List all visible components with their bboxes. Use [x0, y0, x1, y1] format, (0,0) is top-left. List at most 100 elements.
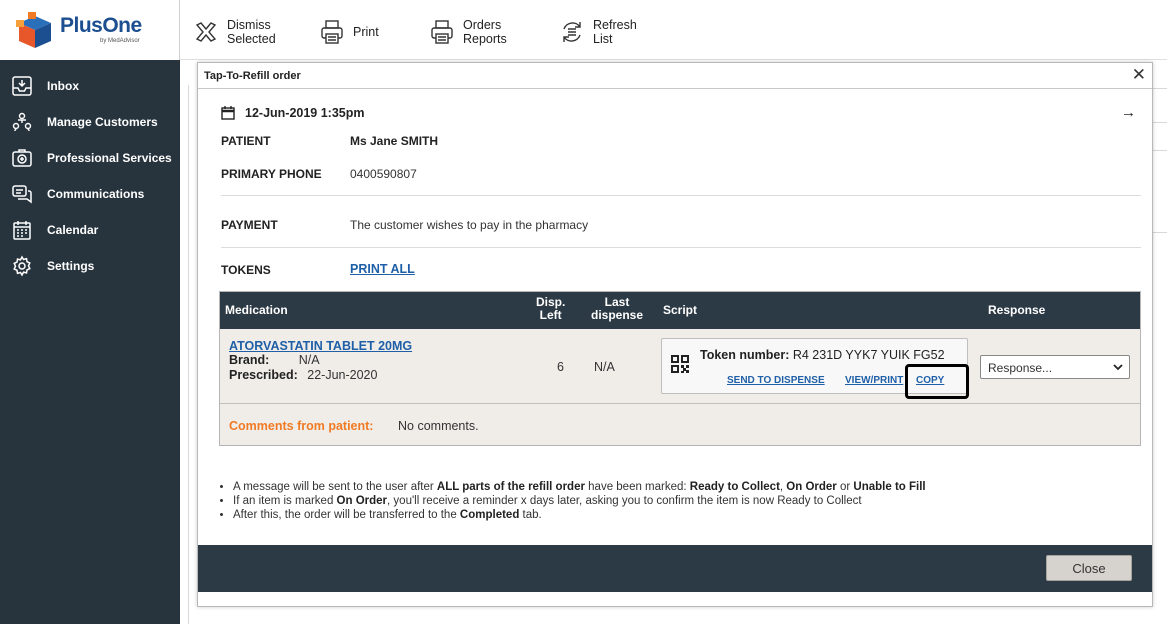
prescribed-label: Prescribed: [229, 368, 298, 382]
table-row: ATORVASTATIN TABLET 20MG Brand: N/A Pres… [220, 329, 1140, 403]
orders-reports-button[interactable]: Orders Reports [428, 18, 507, 46]
note-text: If an item is marked [233, 495, 337, 507]
sidebar-item-label: Settings [47, 259, 95, 273]
sidebar-item-label: Professional Services [47, 151, 172, 165]
column-header-disp-left: Disp. Left [536, 295, 566, 322]
sidebar-item-label: Manage Customers [47, 115, 158, 129]
response-selected-value: Response... [988, 361, 1053, 375]
sidebar-item-label: Communications [47, 187, 145, 201]
column-header-last-dispense: Last dispense [591, 295, 644, 322]
chevron-down-icon [1113, 359, 1123, 378]
calendar-icon [10, 218, 34, 242]
modal-close-icon[interactable]: ✕ [1132, 65, 1146, 85]
column-header-medication: Medication [225, 303, 288, 317]
brand-name: PlusOne [60, 14, 142, 37]
list-item: If an item is marked On Order, you'll re… [233, 494, 1125, 508]
note-text: tab. [519, 509, 542, 521]
medication-table: Medication Disp. Left Last dispense Scri… [219, 291, 1141, 446]
section-divider [221, 195, 1141, 196]
primary-phone-value: 0400590807 [350, 167, 417, 181]
prescribed-value: 22-Jun-2020 [307, 368, 378, 382]
sidebar-nav: Inbox Manage Customers Professional Serv… [0, 68, 180, 284]
printer-icon [318, 18, 346, 46]
payment-label: PAYMENT [221, 218, 278, 232]
next-order-arrow-icon[interactable]: → [1121, 104, 1136, 121]
modal-header: Tap-To-Refill order ✕ [198, 63, 1152, 89]
refill-order-modal: Tap-To-Refill order ✕ 12-Jun-2019 1:35pm… [197, 62, 1153, 607]
patient-comments-row: Comments from patient: No comments. [220, 403, 1140, 445]
refill-notes-list: A message will be sent to the user after… [225, 480, 1125, 522]
brand-logo[interactable]: PlusOne by MedAdvisor [0, 0, 180, 60]
background-divider [1153, 122, 1167, 123]
dismiss-selected-button[interactable]: Dismiss Selected [192, 18, 276, 46]
note-text: A message will be sent to the user after [233, 481, 437, 493]
note-emphasis: On Order [786, 481, 837, 493]
token-label: Token number: [700, 348, 790, 362]
sidebar-item-settings[interactable]: Settings [0, 248, 180, 284]
medication-brand: Brand: N/A [229, 353, 320, 367]
close-button[interactable]: Close [1046, 555, 1132, 581]
sidebar-item-communications[interactable]: Communications [0, 176, 180, 212]
token-number: Token number: R4 231D YYK7 YUIK FG52 [700, 348, 945, 362]
refresh-list-label: Refresh List [593, 18, 637, 46]
modal-footer: Close [198, 545, 1152, 592]
note-text: have been marked: [584, 481, 690, 493]
note-emphasis: Unable to Fill [853, 481, 926, 493]
comments-label: Comments from patient: [229, 419, 374, 433]
send-to-dispense-link[interactable]: SEND TO DISPENSE [727, 375, 825, 386]
sidebar-item-professional-services[interactable]: Professional Services [0, 140, 180, 176]
sidebar-item-manage-customers[interactable]: Manage Customers [0, 104, 180, 140]
modal-title: Tap-To-Refill order [204, 70, 301, 82]
tokens-label: TOKENS [221, 263, 271, 277]
disp-left-value: 6 [557, 360, 564, 374]
column-header-response: Response [988, 303, 1046, 317]
background-panel-edge [188, 85, 189, 624]
background-divider [1153, 150, 1167, 151]
response-select[interactable]: Response... [980, 355, 1130, 379]
patient-value: Ms Jane SMITH [350, 134, 439, 148]
sidebar-item-label: Inbox [47, 79, 79, 93]
orders-reports-label: Orders Reports [463, 18, 507, 46]
section-divider [221, 247, 1141, 248]
order-date-row: 12-Jun-2019 1:35pm [221, 106, 365, 120]
sidebar-item-label: Calendar [47, 223, 99, 237]
sidebar-item-calendar[interactable]: Calendar [0, 212, 180, 248]
order-date: 12-Jun-2019 1:35pm [245, 106, 365, 120]
note-emphasis: On Order [336, 495, 388, 507]
plusone-logo-icon [16, 12, 51, 48]
comments-value: No comments. [398, 419, 479, 433]
column-header-script: Script [663, 303, 698, 317]
patient-label: PATIENT [221, 134, 271, 148]
brand-label: Brand: [229, 353, 270, 367]
sidebar: PlusOne by MedAdvisor Inbox Manage Custo… [0, 0, 180, 624]
token-value: R4 231D YYK7 YUIK FG52 [792, 348, 945, 362]
sidebar-item-inbox[interactable]: Inbox [0, 68, 180, 104]
print-label: Print [353, 25, 379, 39]
customers-icon [10, 110, 34, 134]
list-item: A message will be sent to the user after… [233, 480, 1125, 494]
payment-value: The customer wishes to pay in the pharma… [350, 218, 589, 232]
note-emphasis: ALL parts of the refill order [436, 481, 585, 493]
refresh-icon [558, 18, 586, 46]
printer-icon [428, 18, 456, 46]
background-divider [1153, 232, 1167, 233]
brand-tagline: by MedAdvisor [100, 38, 140, 44]
medication-table-header: Medication Disp. Left Last dispense Scri… [220, 292, 1140, 329]
inbox-icon [10, 74, 34, 98]
print-all-tokens-link[interactable]: PRINT ALL [350, 262, 415, 276]
note-emphasis: Ready to Collect [689, 481, 780, 493]
view-print-link[interactable]: VIEW/PRINT [845, 375, 903, 386]
background-divider [1153, 88, 1167, 89]
last-dispense-value: N/A [594, 360, 615, 374]
medication-prescribed: Prescribed: 22-Jun-2020 [229, 368, 377, 382]
note-text: or [836, 481, 854, 493]
dismiss-selected-label: Dismiss Selected [227, 18, 276, 46]
medication-name-link[interactable]: ATORVASTATIN TABLET 20MG [229, 339, 412, 353]
toolbar: Dismiss Selected Print Orders Reports Re… [180, 0, 1167, 60]
print-button[interactable]: Print [318, 18, 379, 46]
dismiss-icon [192, 18, 220, 46]
chat-icon [10, 182, 34, 206]
primary-phone-label: PRIMARY PHONE [221, 167, 322, 181]
refresh-list-button[interactable]: Refresh List [558, 18, 637, 46]
gear-icon [10, 254, 34, 278]
